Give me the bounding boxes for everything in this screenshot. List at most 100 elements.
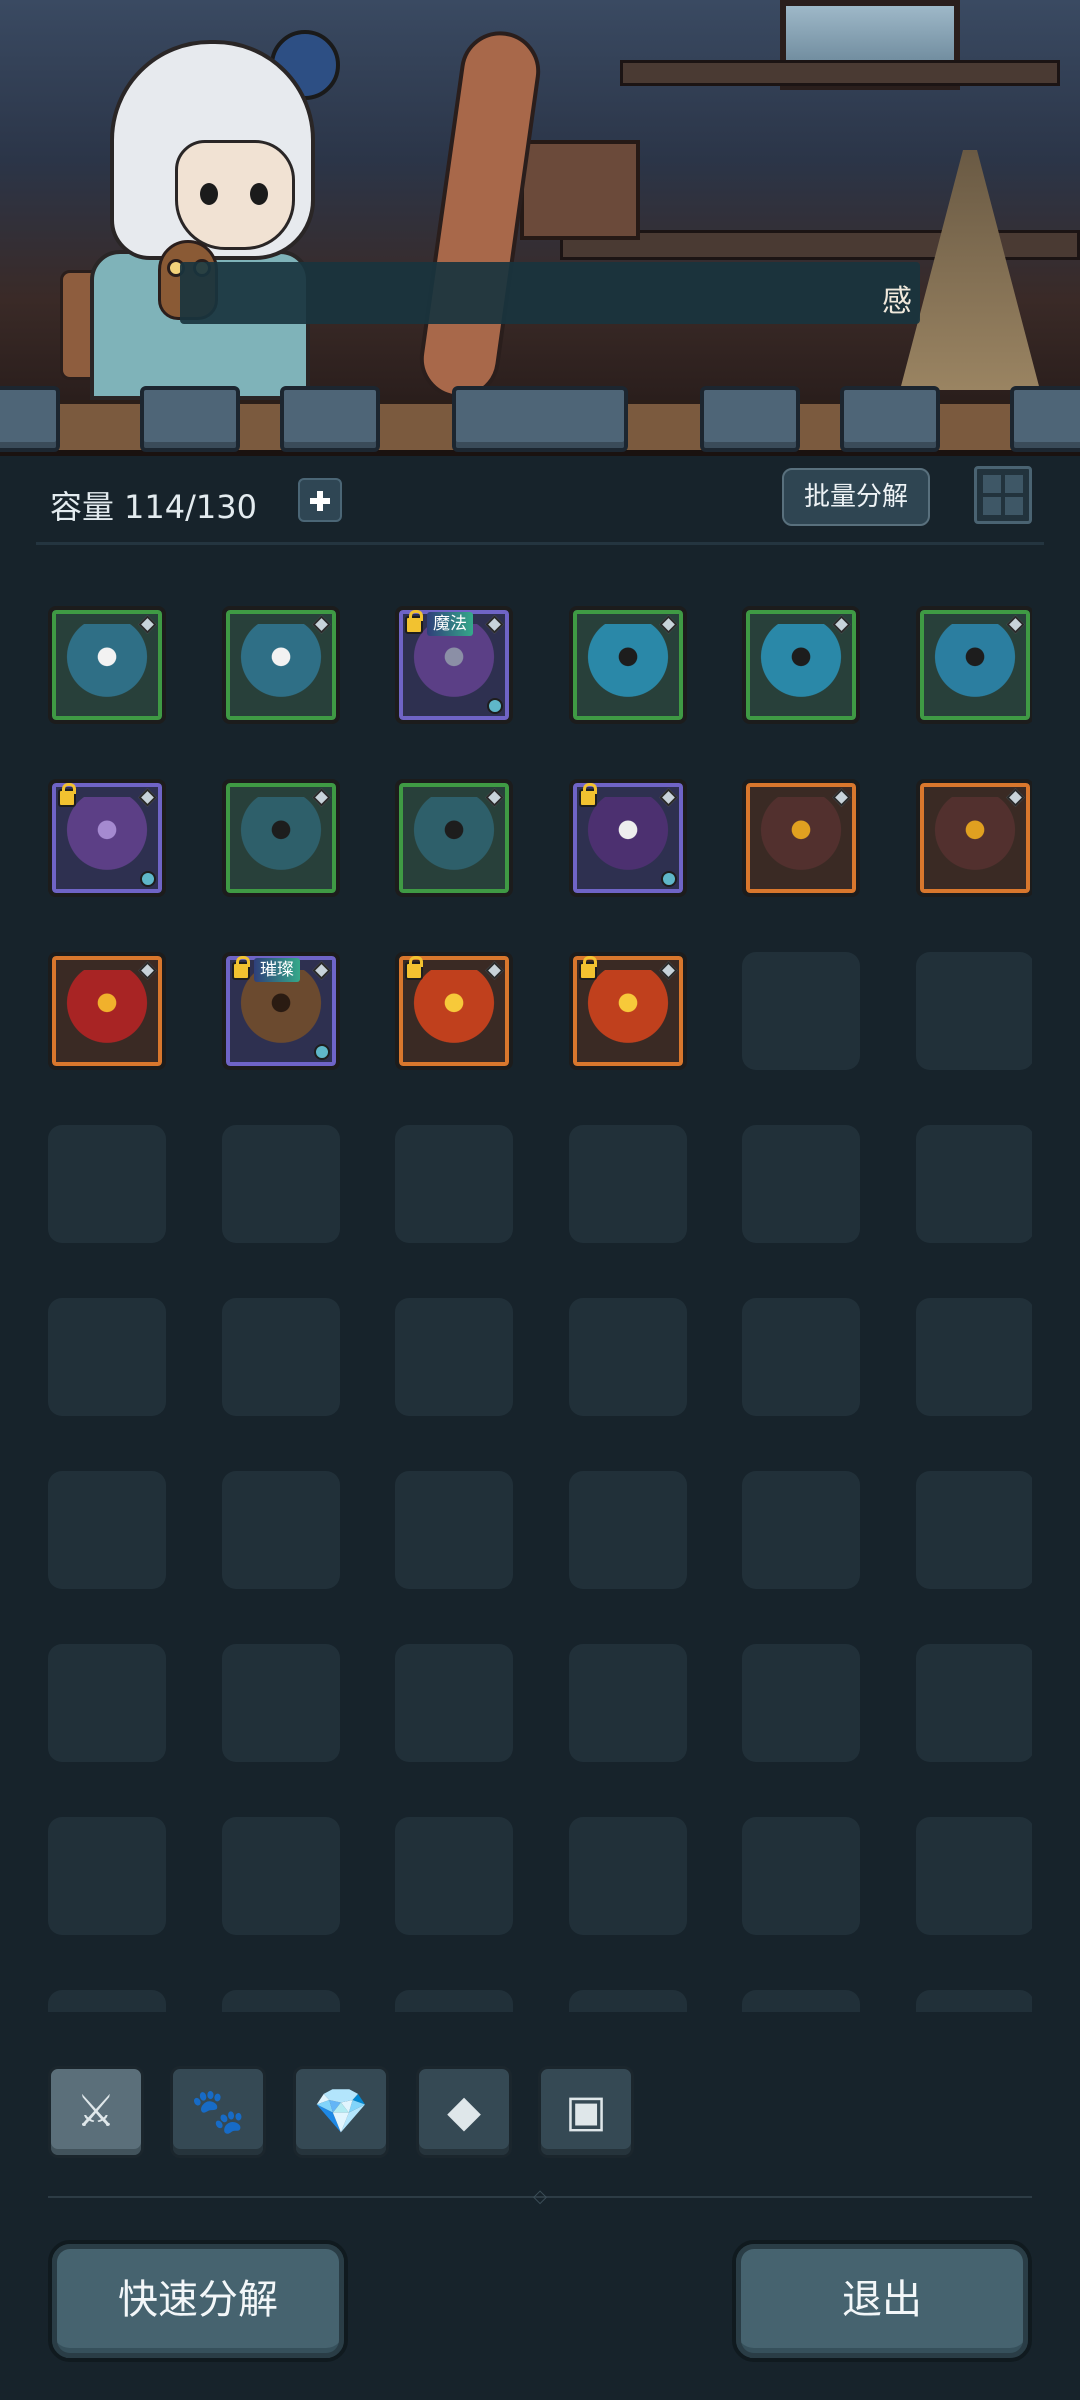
empty-slot[interactable]: [916, 952, 1032, 1070]
blue-gloves-icon: [587, 624, 669, 706]
tab-materials[interactable]: ◆: [416, 2066, 512, 2158]
header-scene: 感: [0, 0, 1080, 400]
toolbar-divider: [36, 542, 1044, 545]
chest-icon: ▣: [565, 2086, 607, 2137]
inventory-item-teal-cloak[interactable]: [395, 779, 513, 897]
empty-slot[interactable]: [222, 1644, 340, 1762]
inventory-item-dark-crossbow[interactable]: [742, 779, 860, 897]
expand-capacity-button[interactable]: [298, 478, 342, 522]
empty-slot[interactable]: [395, 1471, 513, 1589]
exit-button[interactable]: 退出: [732, 2240, 1032, 2362]
empty-slot[interactable]: [916, 1298, 1032, 1416]
flame-amulet-icon: [413, 970, 495, 1052]
empty-slot[interactable]: [48, 1990, 166, 2012]
empty-slot[interactable]: [742, 952, 860, 1070]
lock-icon: [405, 610, 423, 634]
empty-slot[interactable]: [222, 1817, 340, 1935]
batch-decompose-button[interactable]: 批量分解: [782, 468, 930, 526]
empty-slot[interactable]: [742, 1817, 860, 1935]
inventory-item-teal-cloak[interactable]: [222, 779, 340, 897]
empty-slot[interactable]: [569, 1125, 687, 1243]
empty-slot[interactable]: [916, 1990, 1032, 2012]
empty-slot[interactable]: [569, 1817, 687, 1935]
inventory-item-blue-pants[interactable]: [916, 606, 1032, 724]
blue-tunic-icon: [240, 624, 322, 706]
empty-slot[interactable]: [569, 1990, 687, 2012]
empty-slot[interactable]: [916, 1644, 1032, 1762]
empty-slot[interactable]: [48, 1298, 166, 1416]
empty-slot[interactable]: [916, 1471, 1032, 1589]
empty-slot[interactable]: [395, 1125, 513, 1243]
inventory-item-bandage-wrap[interactable]: 璀璨: [222, 952, 340, 1070]
inventory-item-blue-gloves[interactable]: [742, 606, 860, 724]
empty-slot[interactable]: [569, 1298, 687, 1416]
inventory-item-crimson-staff[interactable]: [48, 952, 166, 1070]
inventory-item-purple-mantle[interactable]: [569, 779, 687, 897]
empty-slot[interactable]: [916, 1817, 1032, 1935]
tab-gems[interactable]: 💎: [293, 2066, 389, 2158]
empty-slot[interactable]: [222, 1125, 340, 1243]
dark-crossbow-icon: [934, 797, 1016, 879]
bandage-wrap-icon: [240, 970, 322, 1052]
sword-icon: ⚔: [76, 2086, 116, 2137]
teal-cloak-icon: [413, 797, 495, 879]
item-badge: 璀璨: [254, 958, 300, 982]
empty-slot[interactable]: [742, 1644, 860, 1762]
empty-slot[interactable]: [742, 1125, 860, 1243]
wall-stone: [1010, 386, 1080, 452]
capacity-display: 容量 114/130: [50, 482, 257, 528]
empty-slot[interactable]: [742, 1298, 860, 1416]
wall-stone: [0, 386, 60, 452]
wall-stone: [840, 386, 940, 452]
quick-decompose-button[interactable]: 快速分解: [48, 2240, 348, 2362]
inventory-item-blue-gloves[interactable]: [569, 606, 687, 724]
tab-equipment[interactable]: ⚔: [48, 2066, 144, 2158]
capacity-label: 容量: [50, 488, 115, 526]
empty-slot[interactable]: [569, 1471, 687, 1589]
empty-slot[interactable]: [395, 1990, 513, 2012]
blue-gloves-icon: [760, 624, 842, 706]
empty-slot[interactable]: [742, 1990, 860, 2012]
inventory-item-flame-amulet[interactable]: [569, 952, 687, 1070]
blue-pants-icon: [934, 624, 1016, 706]
wall-stone: [280, 386, 380, 452]
capacity-value: 114/130: [124, 488, 257, 526]
tab-chests[interactable]: ▣: [538, 2066, 634, 2158]
dark-crossbow-icon: [760, 797, 842, 879]
empty-slot[interactable]: [48, 1125, 166, 1243]
empty-slot[interactable]: [395, 1298, 513, 1416]
hero-eye-right: [250, 183, 268, 205]
dialogue-bubble[interactable]: 感: [180, 262, 920, 324]
empty-slot[interactable]: [395, 1817, 513, 1935]
broom-prop: [900, 150, 1040, 390]
empty-slot[interactable]: [569, 1644, 687, 1762]
tab-pets[interactable]: 🐾: [170, 2066, 266, 2158]
blue-tunic-icon: [66, 624, 148, 706]
inventory-item-purple-boots[interactable]: [48, 779, 166, 897]
empty-slot[interactable]: [742, 1471, 860, 1589]
empty-slot[interactable]: [222, 1298, 340, 1416]
flame-amulet-icon: [587, 970, 669, 1052]
inventory-item-blue-tunic[interactable]: [222, 606, 340, 724]
lock-icon: [58, 783, 76, 807]
empty-slot[interactable]: [395, 1644, 513, 1762]
lock-icon: [405, 956, 423, 980]
empty-slot[interactable]: [222, 1990, 340, 2012]
inventory-item-purple-robe[interactable]: 魔法: [395, 606, 513, 724]
inventory-item-flame-amulet[interactable]: [395, 952, 513, 1070]
empty-slot[interactable]: [916, 1125, 1032, 1243]
crate-prop: [520, 140, 640, 240]
lock-icon: [579, 956, 597, 980]
inventory-grid: 魔法璀璨: [48, 606, 1032, 2012]
empty-slot[interactable]: [222, 1471, 340, 1589]
item-badge: 魔法: [427, 612, 473, 636]
empty-slot[interactable]: [48, 1817, 166, 1935]
grid-view-icon[interactable]: [974, 466, 1032, 524]
empty-slot[interactable]: [48, 1644, 166, 1762]
crimson-staff-icon: [66, 970, 148, 1052]
inventory-item-dark-crossbow[interactable]: [916, 779, 1032, 897]
inventory-item-blue-tunic[interactable]: [48, 606, 166, 724]
dialogue-text: 感: [882, 284, 912, 319]
empty-slot[interactable]: [48, 1471, 166, 1589]
lock-icon: [579, 783, 597, 807]
